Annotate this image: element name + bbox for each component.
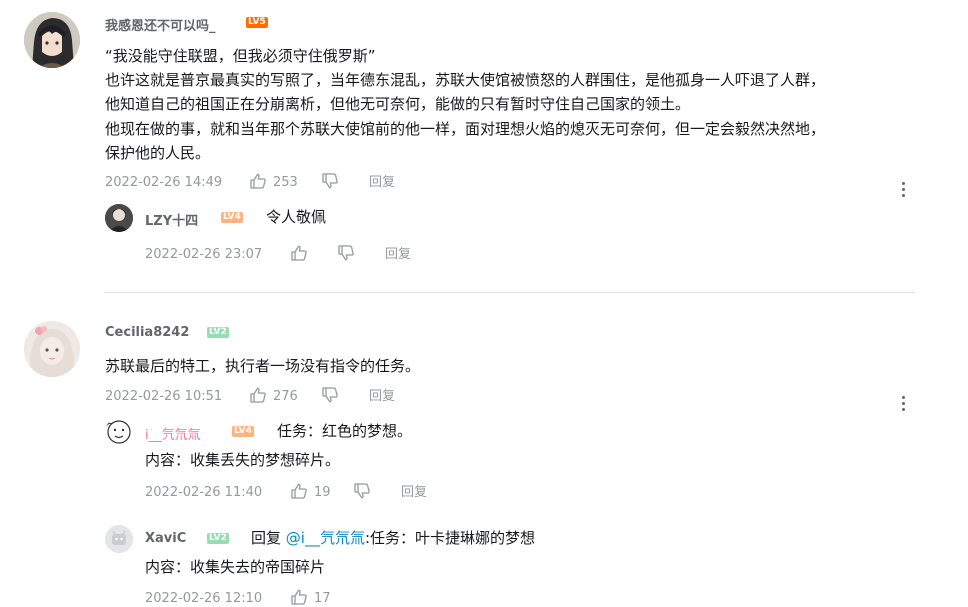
reply-body: :任务：叶卡捷琳娜的梦想 — [364, 529, 536, 547]
thumbs-up-icon[interactable] — [290, 588, 308, 606]
thumbs-down-icon[interactable] — [353, 482, 371, 500]
username[interactable]: 我感恩还不可以吗_ — [105, 15, 216, 34]
comment-text-line: 也许这就是普京最真实的写照了，当年德东混乱，苏联大使馆被愤怒的人群围住，是他孤身… — [105, 71, 826, 89]
like-count: 253 — [273, 175, 298, 190]
avatar[interactable] — [24, 12, 80, 68]
mention-link[interactable]: @i__氕氘氚 — [286, 529, 365, 547]
reply-text: 令人敬佩 — [266, 208, 327, 226]
timestamp: 2022-02-26 12:10 — [145, 591, 263, 606]
reply-prefix: 回复 — [251, 529, 282, 547]
reply-text-line2: 内容：收集丢失的梦想碎片。 — [145, 451, 341, 469]
level-badge: LV2 — [207, 533, 229, 544]
reply-username[interactable]: XaviC — [145, 531, 186, 546]
like-count: 17 — [314, 591, 331, 606]
like-count: 276 — [273, 389, 298, 404]
avatar[interactable] — [105, 525, 133, 553]
avatar[interactable] — [24, 321, 80, 377]
level-badge: LV4 — [221, 212, 243, 223]
like-count: 19 — [314, 485, 331, 500]
reply-button[interactable]: 回复 — [369, 175, 395, 191]
thumbs-down-icon[interactable] — [321, 172, 339, 190]
avatar[interactable] — [105, 204, 133, 232]
more-vertical-icon[interactable] — [902, 182, 906, 200]
reply-button[interactable]: 回复 — [385, 247, 411, 263]
timestamp: 2022-02-26 10:51 — [105, 389, 223, 404]
divider — [104, 292, 915, 293]
reply-button[interactable]: 回复 — [401, 485, 427, 501]
thumbs-up-icon[interactable] — [249, 172, 267, 190]
comment-text-line: 他现在做的事，就和当年那个苏联大使馆前的他一样，面对理想火焰的熄灭无可奈何，但一… — [105, 120, 826, 138]
comment-text-line: 苏联最后的特工，执行者一场没有指令的任务。 — [105, 357, 421, 375]
reply-text-line2: 内容：收集失去的帝国碎片 — [145, 558, 326, 576]
reply-username[interactable]: i__氕氘氚 — [145, 424, 201, 443]
thumbs-up-icon[interactable] — [290, 244, 308, 262]
timestamp: 2022-02-26 23:07 — [145, 247, 263, 262]
timestamp: 2022-02-26 14:49 — [105, 175, 223, 190]
username[interactable]: Cecilia8242 — [105, 325, 189, 340]
avatar[interactable] — [105, 418, 133, 446]
reply-button[interactable]: 回复 — [369, 389, 395, 405]
reply-text: 任务：红色的梦想。 — [277, 422, 413, 440]
reply-text: 回复 @i__氕氘氚:任务：叶卡捷琳娜的梦想 — [251, 527, 535, 549]
more-vertical-icon[interactable] — [902, 396, 906, 414]
reply-username[interactable]: LZY十四 — [145, 210, 198, 229]
comment-text-line: 他知道自己的祖国正在分崩离析，但他无可奈何，能做的只有暂时守住自己国家的领土。 — [105, 95, 691, 113]
comment-text-line: “我没能守住联盟，但我必须守住俄罗斯” — [105, 47, 376, 65]
comment-text-line: 保护他的人民。 — [105, 144, 211, 162]
timestamp: 2022-02-26 11:40 — [145, 485, 263, 500]
thumbs-down-icon[interactable] — [337, 244, 355, 262]
level-badge: LV5 — [246, 17, 268, 28]
thumbs-up-icon[interactable] — [249, 386, 267, 404]
thumbs-up-icon[interactable] — [290, 482, 308, 500]
level-badge: LV4 — [232, 426, 254, 437]
thumbs-down-icon[interactable] — [321, 386, 339, 404]
level-badge: LV2 — [207, 327, 229, 338]
